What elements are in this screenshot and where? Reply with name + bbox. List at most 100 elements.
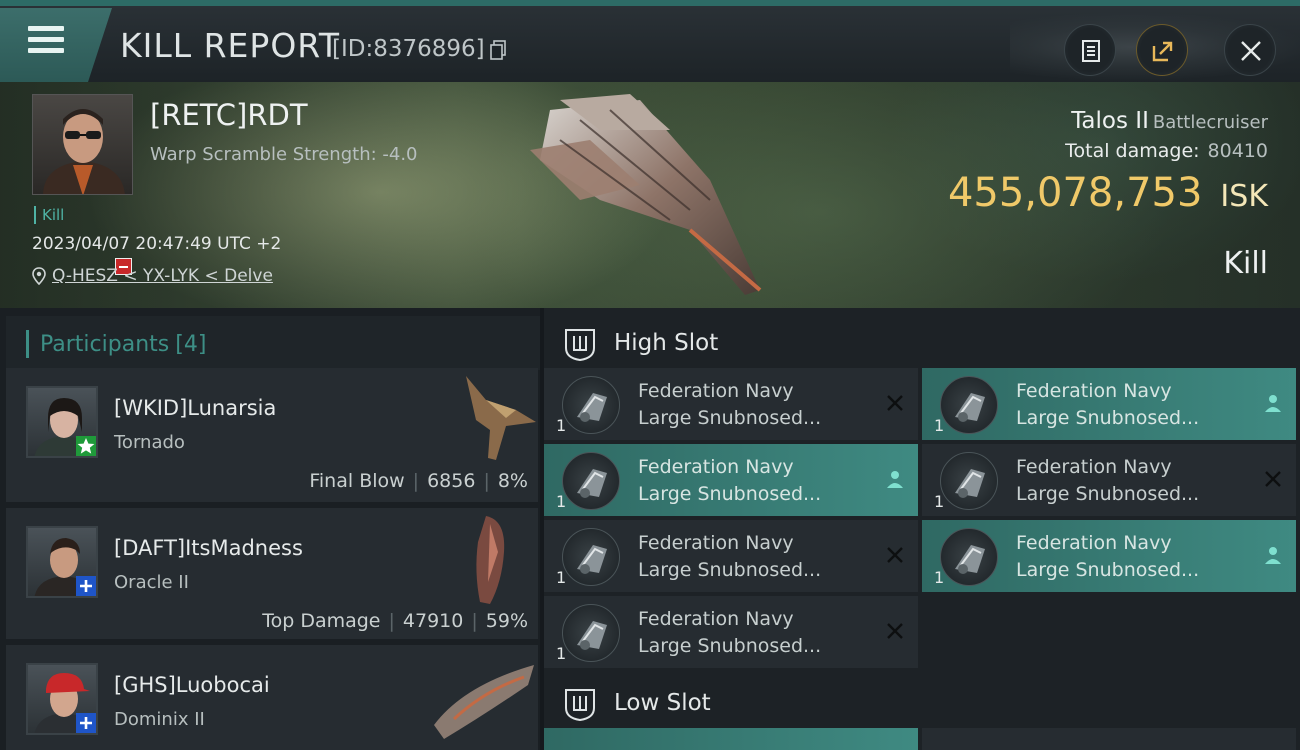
module-quantity: 1: [934, 492, 945, 511]
location-pin-icon: [32, 267, 46, 285]
participant-percent: 8%: [497, 470, 528, 492]
victim-ship[interactable]: Talos II Battlecruiser: [1071, 108, 1268, 134]
high-slot-module[interactable]: 1 Federation Navy Large Snubnosed...: [922, 368, 1296, 440]
high-slot-module[interactable]: 1 Federation Navy Large Snubnosed...: [544, 368, 918, 440]
plus-badge-icon: [76, 713, 96, 733]
participant-ship: Dominix II: [114, 709, 205, 730]
clipboard-button[interactable]: [1064, 24, 1116, 76]
module-name: Federation Navy Large Snubnosed...: [638, 454, 821, 508]
isk-value: 455,078,753 ISK: [948, 170, 1268, 216]
kill-tag: Kill: [34, 206, 64, 224]
menu-button[interactable]: [0, 8, 112, 84]
close-icon: [1241, 41, 1261, 61]
participant-card[interactable]: [DAFT]ItsMadness Oracle II Top Damage | 47…: [6, 505, 538, 639]
module-name-line2: Large Snubnosed...: [1016, 407, 1200, 429]
participant-name[interactable]: [GHS]Luobocai: [114, 673, 270, 697]
high-slot-module[interactable]: 1 Federation Navy Large Snubnosed...: [544, 596, 918, 668]
participant-ship-image: [466, 376, 536, 460]
module-quantity: 1: [556, 568, 567, 587]
ship-name: Talos II: [1071, 108, 1149, 134]
module-name-line2: Large Snubnosed...: [638, 407, 822, 429]
high-slot-module[interactable]: 1 Federation Navy Large Snubnosed...: [922, 444, 1296, 516]
page-title: KILL REPORT: [120, 26, 340, 65]
module-name-line2: Large Snubnosed...: [638, 483, 822, 505]
low-slot-module[interactable]: [922, 728, 1296, 750]
report-id: [ID:8376896]: [332, 36, 485, 62]
destroyed-x-icon: [1265, 471, 1281, 487]
participant-name[interactable]: [DAFT]ItsMadness: [114, 536, 303, 560]
module-icon: [940, 376, 998, 434]
participant-stats: Final Blow | 6856 | 8%: [309, 470, 528, 492]
victim-portrait[interactable]: [32, 94, 133, 195]
participants-header[interactable]: Participants [4]: [6, 316, 540, 370]
location-link[interactable]: Q-HESZ < YX-LYK < Delve: [52, 266, 273, 286]
fitting-panel: High Slot 1 Federation Navy Large Snubnose…: [544, 308, 1300, 750]
participant-card[interactable]: [WKID]Lunarsia Tornado Final Blow | 6856 | 8…: [6, 368, 538, 502]
participant-name[interactable]: [WKID]Lunarsia: [114, 396, 276, 420]
clipboard-icon: [1082, 40, 1100, 62]
dropped-person-icon: [887, 471, 903, 488]
participant-role: Final Blow: [309, 470, 405, 492]
total-damage: Total damage: 80410: [1065, 140, 1268, 162]
plus-badge-icon: [76, 576, 96, 596]
victim-hero: [RETC]RDT Warp Scramble Strength: -4.0 K…: [0, 82, 1300, 308]
module-name: Federation Navy Large Snubnosed...: [1016, 530, 1199, 584]
star-badge-icon: [76, 436, 96, 456]
participants-label: Participants: [40, 332, 170, 357]
dropped-person-icon: [1265, 547, 1281, 564]
module-quantity: 1: [934, 416, 945, 435]
high-slot-label: High Slot: [614, 330, 719, 356]
module-quantity: 1: [556, 416, 567, 435]
kill-datetime: 2023/04/07 20:47:49 UTC +2: [32, 234, 282, 254]
participant-ship: Tornado: [114, 432, 185, 453]
module-icon: [562, 452, 620, 510]
victim-ship-image: [530, 94, 762, 295]
module-icon: [940, 528, 998, 586]
high-slot-module[interactable]: 1 Federation Navy Large Snubnosed...: [544, 444, 918, 516]
close-button[interactable]: [1224, 24, 1276, 76]
dropped-person-icon: [1265, 395, 1281, 412]
share-button[interactable]: [1136, 24, 1188, 76]
module-icon: [940, 452, 998, 510]
module-icon: [562, 604, 620, 662]
victim-name[interactable]: [RETC]RDT: [150, 98, 308, 132]
module-name-line1: Federation Navy: [1016, 532, 1172, 554]
module-name-line1: Federation Navy: [1016, 456, 1172, 478]
module-name-line2: Large Snubnosed...: [1016, 483, 1200, 505]
isk-amount: 455,078,753: [947, 170, 1203, 216]
destroyed-x-icon: [887, 547, 903, 563]
participant-ship-image: [476, 516, 505, 604]
participant-stats: Top Damage | 47910 | 59%: [262, 610, 528, 632]
module-name-line2: Large Snubnosed...: [638, 559, 822, 581]
low-slot-label: Low Slot: [614, 690, 711, 716]
participant-damage: 47910: [402, 610, 464, 632]
participants-panel: Participants [4] [WKID]Lunarsia Tornado F…: [0, 308, 540, 750]
participant-card[interactable]: [GHS]Luobocai Dominix II: [6, 642, 538, 750]
total-damage-label: Total damage:: [1065, 140, 1200, 162]
copy-icon[interactable]: [490, 40, 506, 60]
module-icon: [562, 376, 620, 434]
module-name: Federation Navy Large Snubnosed...: [638, 606, 821, 660]
avatar[interactable]: [26, 526, 98, 598]
high-slot-module[interactable]: 1 Federation Navy Large Snubnosed...: [544, 520, 918, 592]
module-name: Federation Navy Large Snubnosed...: [638, 378, 821, 432]
high-slot-module[interactable]: 1 Federation Navy Large Snubnosed...: [922, 520, 1296, 592]
location: Q-HESZ < YX-LYK < Delve: [32, 266, 273, 286]
total-damage-value: 80410: [1207, 140, 1268, 162]
participant-role: Top Damage: [262, 610, 381, 632]
top-bar: KILL REPORT [ID:8376896]: [0, 0, 1300, 84]
avatar[interactable]: [26, 386, 98, 458]
module-name-line1: Federation Navy: [638, 532, 794, 554]
share-icon: [1152, 41, 1173, 62]
menu-icon: [28, 26, 64, 56]
low-slot-header: Low Slot: [544, 672, 1300, 732]
module-name: Federation Navy Large Snubnosed...: [1016, 378, 1199, 432]
avatar[interactable]: [26, 663, 98, 735]
module-name-line1: Federation Navy: [638, 456, 794, 478]
module-name-line2: Large Snubnosed...: [1016, 559, 1200, 581]
ship-class: Battlecruiser: [1152, 112, 1268, 133]
slot-icon: [565, 329, 595, 362]
destroyed-x-icon: [887, 623, 903, 639]
module-name: Federation Navy Large Snubnosed...: [1016, 454, 1199, 508]
low-slot-module[interactable]: [544, 728, 918, 750]
